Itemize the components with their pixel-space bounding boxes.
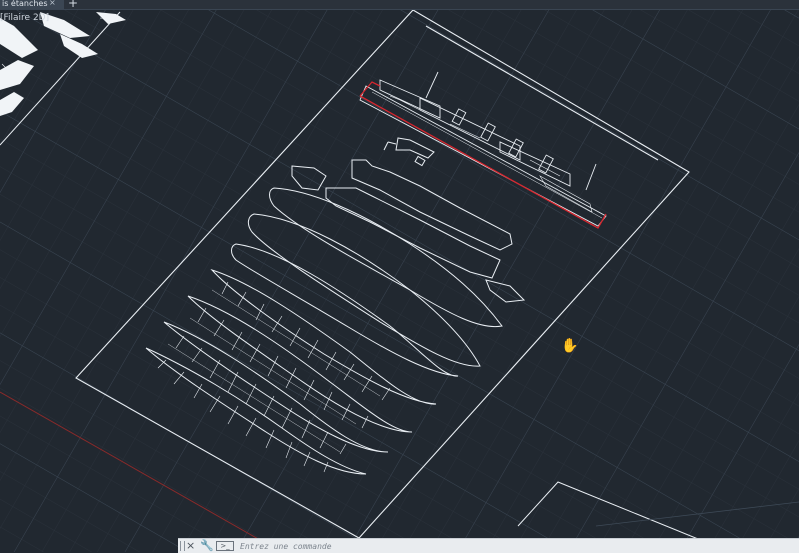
tab-drawing[interactable]: is étanches ×: [0, 0, 64, 9]
viewport-label[interactable]: [Filaire 2D]: [0, 13, 49, 23]
command-prompt-icon[interactable]: >_: [216, 541, 234, 551]
hand-pan-icon: ✋: [561, 338, 579, 354]
close-icon[interactable]: ×: [186, 539, 195, 553]
drawing-canvas[interactable]: [0, 0, 799, 552]
wrench-icon[interactable]: 🔧: [200, 539, 214, 553]
grip-icon[interactable]: [180, 541, 185, 551]
grid-major: [0, 0, 799, 552]
tab-close-icon[interactable]: ×: [49, 0, 56, 7]
tab-bar: is étanches × +: [0, 0, 799, 10]
command-input[interactable]: [240, 539, 780, 553]
command-line: × 🔧 >_: [178, 538, 799, 553]
tab-label: is étanches: [2, 0, 48, 8]
new-tab-button[interactable]: +: [68, 0, 78, 9]
